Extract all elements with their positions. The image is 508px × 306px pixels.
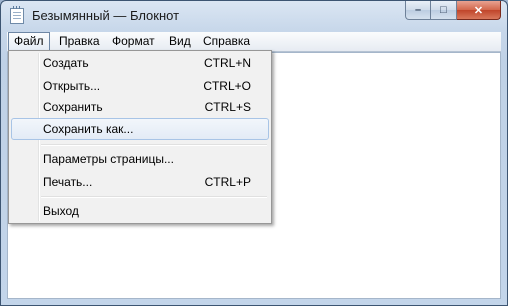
menu-item-label: Сохранить <box>43 100 103 114</box>
menu-bar: Файл Правка Формат Вид Справка <box>7 32 501 52</box>
menu-item-shortcut: CTRL+O <box>203 79 251 93</box>
close-icon: ✕ <box>473 4 484 17</box>
menu-separator <box>41 144 267 146</box>
menu-format[interactable]: Формат <box>107 32 160 51</box>
notepad-icon[interactable] <box>10 6 24 24</box>
menu-item-label: Выход <box>43 204 79 218</box>
minimize-icon: – <box>414 4 422 16</box>
menu-item-save-as[interactable]: Сохранить как... <box>11 118 269 140</box>
file-menu-dropdown: Создать CTRL+N Открыть... CTRL+O Сохрани… <box>8 50 272 224</box>
menu-view[interactable]: Вид <box>164 32 196 51</box>
window-title: Безымянный — Блокнот <box>32 8 180 23</box>
menu-item-label: Параметры страницы... <box>43 152 174 166</box>
maximize-icon: □ <box>440 4 447 16</box>
menu-file[interactable]: Файл <box>8 32 50 51</box>
menu-item-shortcut: CTRL+S <box>204 100 251 114</box>
menu-item-print[interactable]: Печать... CTRL+P <box>11 171 269 193</box>
maximize-button[interactable]: □ <box>431 1 457 20</box>
menu-item-exit[interactable]: Выход <box>11 200 269 222</box>
menu-item-shortcut: CTRL+N <box>203 56 251 70</box>
menu-item-open[interactable]: Открыть... CTRL+O <box>11 75 269 97</box>
close-button[interactable]: ✕ <box>457 1 501 20</box>
menu-item-label: Печать... <box>43 175 93 189</box>
menu-item-new[interactable]: Создать CTRL+N <box>11 52 269 74</box>
minimize-button[interactable]: – <box>405 1 431 20</box>
title-bar[interactable]: Безымянный — Блокнот – □ ✕ <box>1 1 507 31</box>
menu-item-page-setup[interactable]: Параметры страницы... <box>11 148 269 170</box>
menu-item-label: Создать <box>43 56 89 70</box>
menu-item-shortcut: CTRL+P <box>204 175 251 189</box>
menu-item-save[interactable]: Сохранить CTRL+S <box>11 96 269 118</box>
menu-edit[interactable]: Правка <box>54 32 105 51</box>
menu-help[interactable]: Справка <box>198 32 255 51</box>
menu-item-label: Открыть... <box>43 79 101 93</box>
menu-item-label: Сохранить как... <box>43 122 134 136</box>
menu-separator <box>41 196 267 198</box>
